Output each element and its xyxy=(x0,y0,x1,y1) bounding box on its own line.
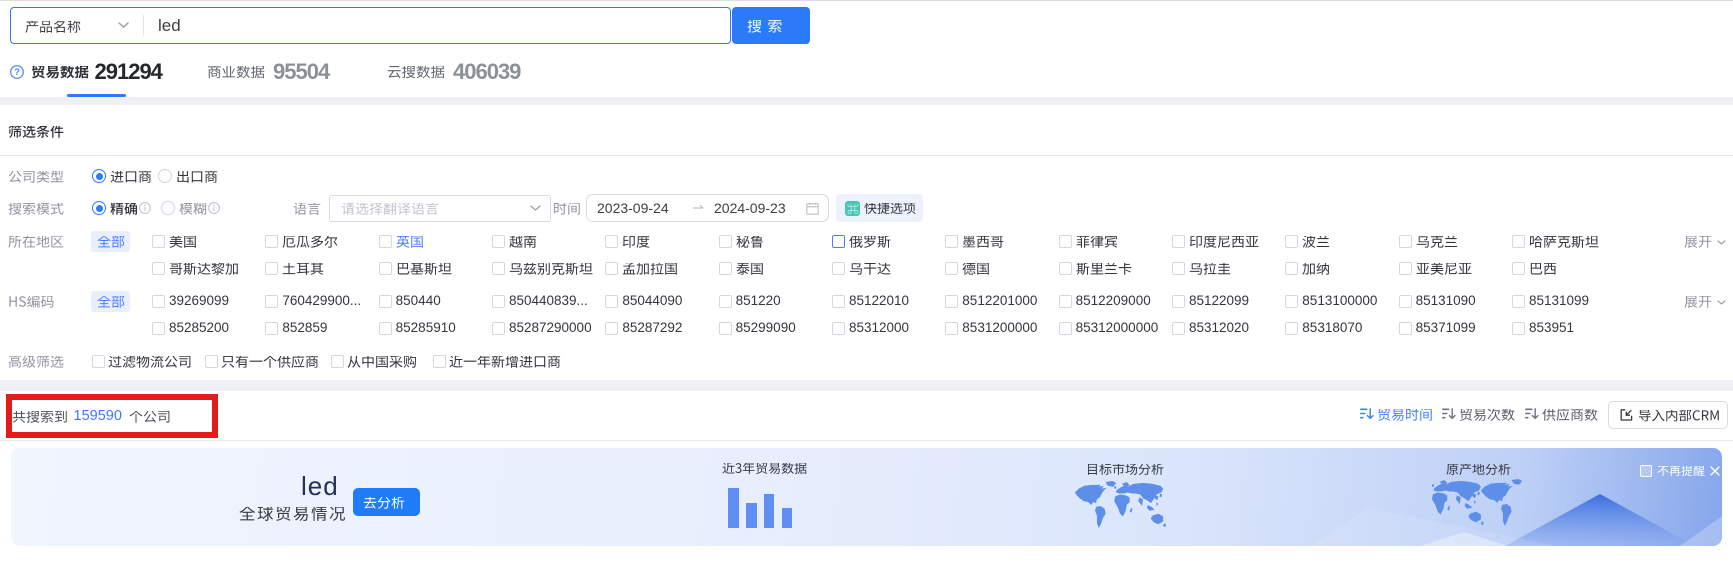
svg-text:?: ? xyxy=(14,67,20,78)
